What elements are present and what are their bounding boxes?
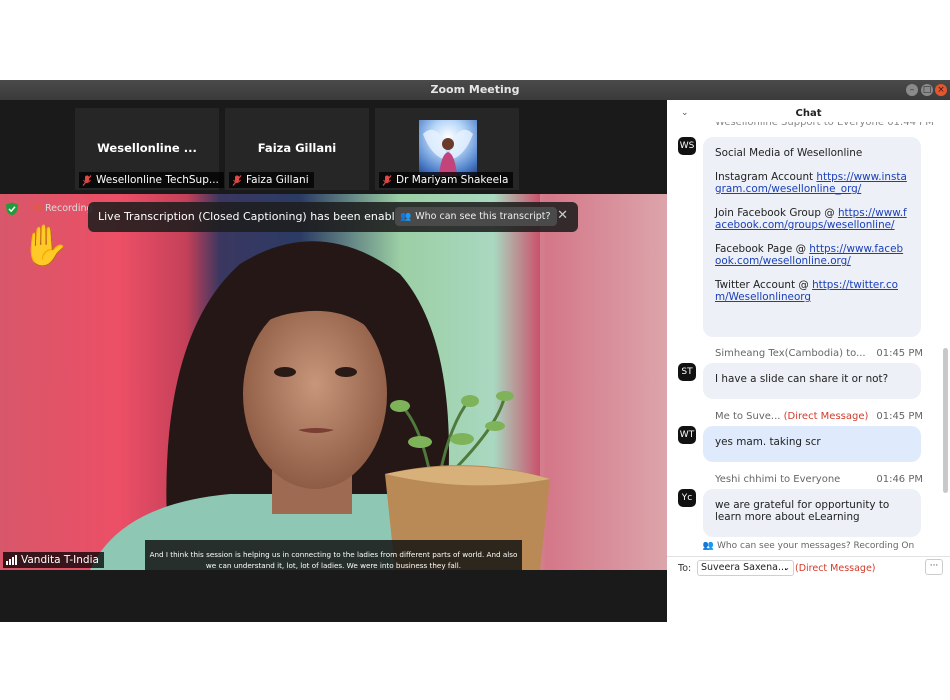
visibility-text: Who can see your messages? Recording On [717, 541, 915, 551]
zoom-window: Zoom Meeting – □ × Wesellonline ... Wese… [0, 80, 950, 622]
to-label: To: [678, 563, 692, 574]
message-header: Me to Suve... (Direct Message) 01:45 PM [715, 411, 923, 422]
participant-tile[interactable]: Wesellonline ... Wesellonline TechSup... [75, 108, 224, 190]
avatar: WS [678, 137, 696, 155]
encryption-shield-icon[interactable] [5, 202, 19, 216]
direct-message-tag: (Direct Message) [795, 563, 876, 574]
chat-message: I have a slide can share it or not? [703, 363, 921, 399]
participant-name: Faiza Gillani [246, 174, 309, 186]
caption-text: And I think this session is helping us i… [149, 550, 518, 570]
minimize-icon[interactable]: – [906, 84, 918, 96]
avatar: Yc [678, 489, 696, 507]
participant-tile[interactable]: Faiza Gillani Faiza Gillani [225, 108, 369, 190]
audio-level-icon [6, 555, 17, 565]
message-text: we are grateful for opportunity to learn… [715, 499, 890, 523]
message-text: I have a slide can share it or not? [715, 373, 889, 385]
message-header: Simheang Tex(Cambodia) to... 01:45 PM [715, 348, 923, 359]
message-visibility-info[interactable]: 👥 Who can see your messages? Recording On [667, 541, 950, 551]
message-text: Join Facebook Group @ [715, 207, 838, 219]
message-sender: Me to Suve... [715, 411, 781, 422]
more-options-button[interactable]: ··· [925, 559, 943, 575]
mic-muted-icon [382, 174, 392, 186]
message-header: Yeshi chhimi to Everyone 01:46 PM [715, 474, 923, 485]
video-bottom-area [0, 570, 667, 622]
speaker-name: Vandita T-India [21, 554, 99, 566]
participant-name: Dr Mariyam Shakeela [396, 174, 509, 186]
speaker-name-label: Vandita T-India [3, 552, 104, 568]
chevron-down-icon: ⌄ [783, 563, 790, 572]
participant-tile[interactable]: Dr Mariyam Shakeela [375, 108, 519, 190]
notification-text: Live Transcription (Closed Captioning) h… [98, 210, 409, 223]
participant-photo [423, 129, 473, 176]
participant-video-thumbnail [419, 120, 477, 176]
mic-muted-icon [232, 174, 242, 186]
maximize-icon[interactable]: □ [921, 84, 933, 96]
avatar: ST [678, 363, 696, 381]
chat-message: Social Media of Wesellonline Instagram A… [703, 137, 921, 337]
participant-name-label: Dr Mariyam Shakeela [379, 172, 514, 188]
participant-name: Wesellonline TechSup... [96, 174, 219, 186]
chat-message: we are grateful for opportunity to learn… [703, 489, 921, 537]
chat-title: Chat [795, 108, 822, 119]
direct-message-tag: (Direct Message) [783, 411, 869, 422]
chat-message: yes mam. taking scr [703, 426, 921, 462]
participant-gallery: Wesellonline ... Wesellonline TechSup...… [0, 100, 667, 194]
people-icon: 👥 [702, 541, 715, 551]
message-time: 01:46 PM [876, 474, 923, 485]
people-icon: 👥 [400, 212, 412, 222]
dismiss-notification-icon[interactable]: ✕ [557, 208, 568, 223]
recipient-select[interactable]: Suveera Saxena... ⌄ [697, 560, 794, 576]
message-text: Facebook Page @ [715, 243, 810, 255]
message-text: Twitter Account @ [715, 279, 813, 291]
message-text: Instagram Account [715, 171, 817, 183]
message-time: 01:45 PM [876, 411, 923, 422]
title-bar: Zoom Meeting – □ × [0, 80, 950, 100]
participant-name-label: Faiza Gillani [229, 172, 314, 188]
message-sender: Simheang Tex(Cambodia) to... [715, 348, 866, 359]
chat-scrollbar[interactable] [943, 348, 948, 493]
recording-label: Recording [45, 203, 93, 214]
message-text: yes mam. taking scr [715, 436, 821, 448]
who-can-see-label: Who can see this transcript? [415, 211, 551, 222]
participant-display-name: Wesellonline ... [97, 141, 197, 155]
message-time: 01:45 PM [876, 348, 923, 359]
message-header: Wesellonline Support to Everyone 01:44 P… [715, 122, 934, 128]
close-icon[interactable]: × [935, 84, 947, 96]
recording-dot-icon [34, 204, 41, 211]
active-speaker-video: Recording ✋ Live Transcription (Closed C… [0, 194, 667, 570]
window-title: Zoom Meeting [430, 83, 520, 96]
live-caption-box: And I think this session is helping us i… [145, 540, 522, 570]
message-text: Social Media of Wesellonline [715, 147, 863, 159]
recipient-bar: To: Suveera Saxena... ⌄ (Direct Message)… [667, 556, 950, 579]
avatar: WT [678, 426, 696, 444]
recording-indicator[interactable]: Recording [34, 203, 93, 214]
transcription-notification: Live Transcription (Closed Captioning) h… [88, 202, 578, 232]
mic-muted-icon [82, 174, 92, 186]
who-can-see-transcript-button[interactable]: 👥 Who can see this transcript? [395, 207, 557, 226]
participant-name-label: Wesellonline TechSup... [79, 172, 224, 188]
recipient-value: Suveera Saxena... [701, 562, 788, 573]
participant-display-name: Faiza Gillani [257, 141, 337, 155]
speaker-video-frame [90, 194, 667, 570]
raised-hand-icon: ✋ [20, 223, 70, 269]
message-sender: Yeshi chhimi to Everyone [715, 474, 841, 485]
chat-panel: ⌄ Chat Wesellonline Support to Everyone … [667, 100, 950, 622]
